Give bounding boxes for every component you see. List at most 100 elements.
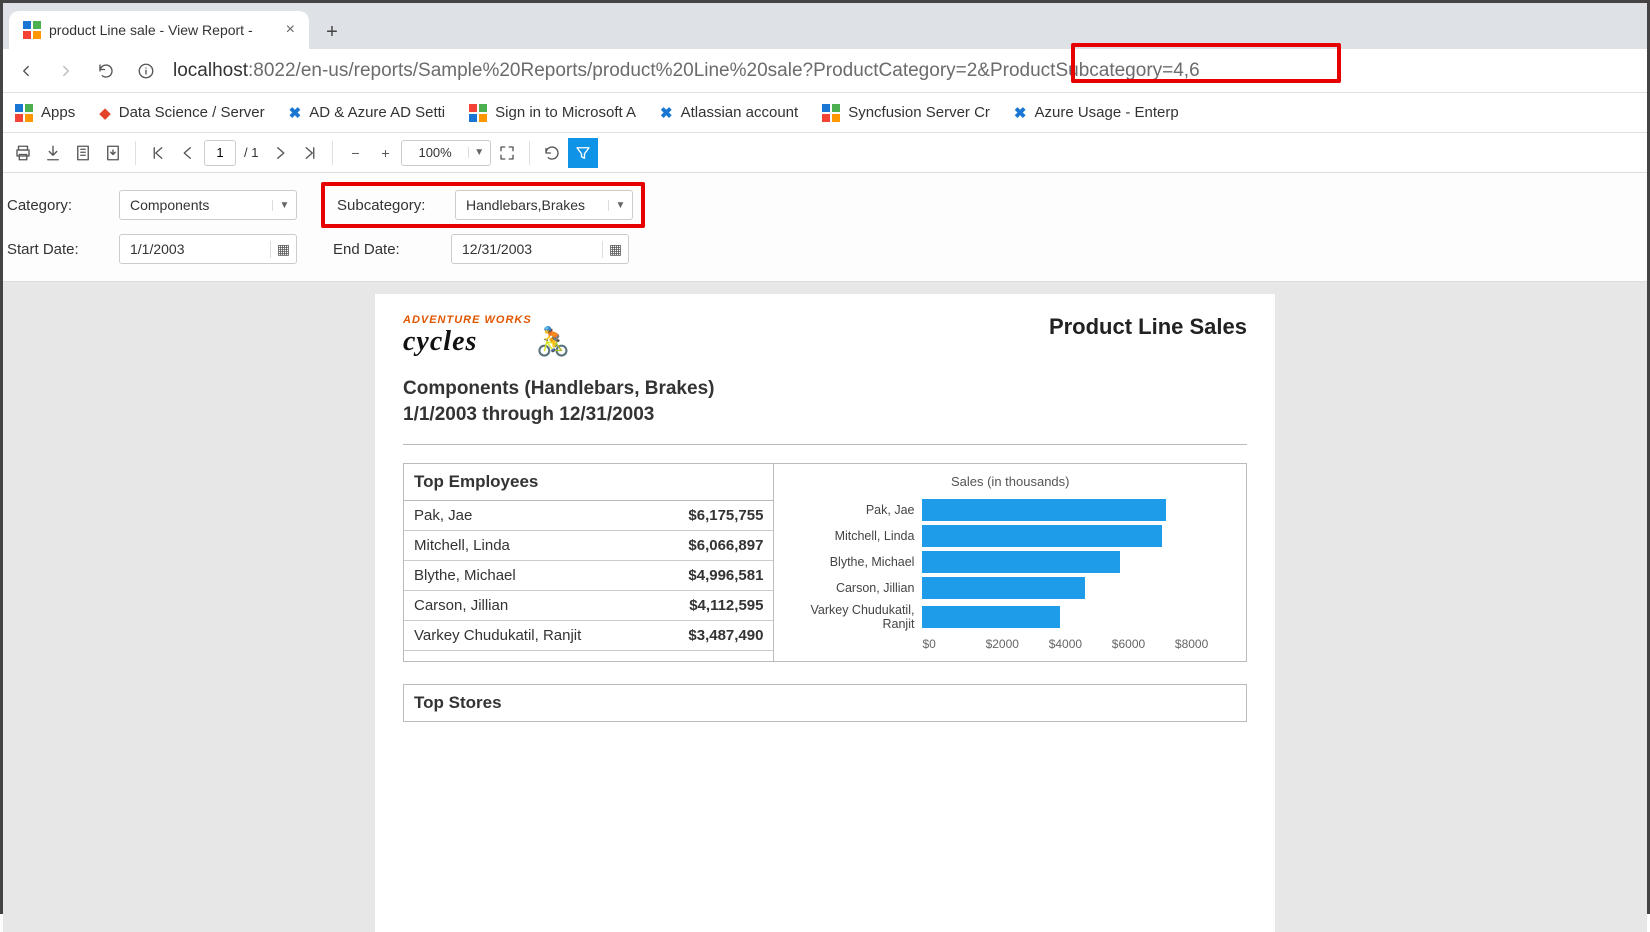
back-button[interactable] bbox=[13, 58, 39, 84]
axis-tick: $8000 bbox=[1175, 637, 1238, 651]
subcategory-label: Subcategory: bbox=[333, 197, 455, 214]
chevron-down-icon[interactable]: ▼ bbox=[272, 200, 296, 211]
subcategory-value: Handlebars,Brakes bbox=[456, 197, 608, 213]
section-divider bbox=[403, 444, 1247, 445]
start-date-value: 1/1/2003 bbox=[120, 241, 270, 257]
category-select[interactable]: Components ▼ bbox=[119, 190, 297, 220]
microsoft-icon bbox=[469, 104, 487, 122]
calendar-icon[interactable]: ▦ bbox=[270, 241, 296, 258]
start-date-input[interactable]: 1/1/2003 ▦ bbox=[119, 234, 297, 264]
toolbar-separator bbox=[332, 141, 333, 165]
gitlab-icon: ◆ bbox=[99, 104, 111, 122]
bar-fill bbox=[922, 525, 1161, 547]
logo-text-bottom: cycles bbox=[403, 326, 532, 358]
report-viewport[interactable]: ADVENTURE WORKS cycles 🚴 Product Line Sa… bbox=[3, 282, 1647, 932]
prev-page-icon[interactable] bbox=[174, 139, 202, 167]
reload-button[interactable] bbox=[93, 58, 119, 84]
bar-fill bbox=[922, 577, 1084, 599]
export-dropdown-icon[interactable] bbox=[99, 139, 127, 167]
logo-text-top: ADVENTURE WORKS bbox=[403, 314, 532, 326]
bookmark-microsoft[interactable]: Sign in to Microsoft A bbox=[469, 104, 636, 122]
bookmark-data-science[interactable]: ◆ Data Science / Server bbox=[99, 104, 264, 122]
print-icon[interactable] bbox=[9, 139, 37, 167]
axis-tick: $0 bbox=[922, 637, 985, 651]
url-field[interactable]: localhost:8022/en-us/reports/Sample%20Re… bbox=[173, 54, 1637, 88]
bookmark-ad-azure[interactable]: ✖ AD & Azure AD Setti bbox=[289, 104, 445, 122]
parameters-toggle-icon[interactable] bbox=[568, 138, 598, 168]
end-date-input[interactable]: 12/31/2003 ▦ bbox=[451, 234, 629, 264]
toolbar-separator bbox=[135, 141, 136, 165]
bar-label: Varkey Chudukatil, Ranjit bbox=[782, 603, 922, 631]
end-date-value: 12/31/2003 bbox=[452, 241, 602, 257]
bookmark-azure-usage[interactable]: ✖ Azure Usage - Enterp bbox=[1014, 104, 1179, 122]
page-setup-icon[interactable] bbox=[69, 139, 97, 167]
axis-tick: $2000 bbox=[986, 637, 1049, 651]
chart-bar-row: Carson, Jillian bbox=[782, 577, 1238, 599]
new-tab-button[interactable]: + bbox=[315, 15, 349, 49]
chart-bar-row: Pak, Jae bbox=[782, 499, 1238, 521]
cyclist-icon: 🚴 bbox=[536, 325, 571, 358]
bar-fill bbox=[922, 551, 1119, 573]
address-bar: localhost:8022/en-us/reports/Sample%20Re… bbox=[3, 49, 1647, 93]
axis-tick: $4000 bbox=[1049, 637, 1112, 651]
report-page: ADVENTURE WORKS cycles 🚴 Product Line Sa… bbox=[375, 294, 1275, 932]
bar-label: Mitchell, Linda bbox=[782, 529, 922, 543]
top-stores-heading: Top Stores bbox=[404, 685, 1246, 721]
table-row: Pak, Jae$6,175,755 bbox=[404, 501, 773, 531]
x-icon: ✖ bbox=[660, 104, 673, 122]
bar-fill bbox=[922, 499, 1166, 521]
report-subtitle: Components (Handlebars, Brakes) 1/1/2003… bbox=[403, 378, 1247, 426]
page-number-input[interactable] bbox=[204, 140, 236, 166]
employee-amount: $4,996,581 bbox=[649, 561, 773, 591]
x-icon: ✖ bbox=[289, 104, 302, 122]
top-employees-heading: Top Employees bbox=[404, 464, 773, 501]
apps-icon bbox=[15, 104, 33, 122]
zoom-in-icon[interactable]: + bbox=[371, 139, 399, 167]
employee-amount: $4,112,595 bbox=[649, 591, 773, 621]
company-logo: ADVENTURE WORKS cycles 🚴 bbox=[403, 314, 571, 358]
last-page-icon[interactable] bbox=[296, 139, 324, 167]
top-employees-section: Top Employees Pak, Jae$6,175,755Mitchell… bbox=[403, 463, 1247, 662]
zoom-out-icon[interactable]: − bbox=[341, 139, 369, 167]
bookmark-apps[interactable]: Apps bbox=[15, 104, 75, 122]
chevron-down-icon[interactable]: ▼ bbox=[608, 200, 632, 211]
zoom-value: 100% bbox=[402, 145, 467, 160]
chart-bar-row: Blythe, Michael bbox=[782, 551, 1238, 573]
chart-bar-row: Mitchell, Linda bbox=[782, 525, 1238, 547]
first-page-icon[interactable] bbox=[144, 139, 172, 167]
calendar-icon[interactable]: ▦ bbox=[602, 241, 628, 258]
browser-tab[interactable]: product Line sale - View Report - × bbox=[9, 11, 309, 49]
url-path: :8022/en-us/reports/Sample%20Reports/pro… bbox=[248, 60, 1200, 81]
subcategory-select[interactable]: Handlebars,Brakes ▼ bbox=[455, 190, 633, 220]
site-info-icon[interactable] bbox=[133, 58, 159, 84]
bar-fill bbox=[922, 606, 1060, 628]
employee-amount: $3,487,490 bbox=[649, 621, 773, 651]
table-row: Blythe, Michael$4,996,581 bbox=[404, 561, 773, 591]
report-title: Product Line Sales bbox=[1049, 314, 1247, 340]
employee-name: Pak, Jae bbox=[404, 501, 649, 531]
sales-chart: Sales (in thousands) Pak, Jae Mitchell, L… bbox=[774, 464, 1246, 661]
employee-name: Carson, Jillian bbox=[404, 591, 649, 621]
bookmarks-bar: Apps ◆ Data Science / Server ✖ AD & Azur… bbox=[3, 93, 1647, 133]
employee-amount: $6,175,755 bbox=[649, 501, 773, 531]
close-tab-icon[interactable]: × bbox=[286, 21, 295, 39]
bookmark-syncfusion[interactable]: Syncfusion Server Cr bbox=[822, 104, 990, 122]
employee-name: Varkey Chudukatil, Ranjit bbox=[404, 621, 649, 651]
axis-tick: $6000 bbox=[1112, 637, 1175, 651]
export-icon[interactable] bbox=[39, 139, 67, 167]
next-page-icon[interactable] bbox=[266, 139, 294, 167]
chart-title: Sales (in thousands) bbox=[782, 474, 1238, 489]
chart-x-axis: $0$2000$4000$6000$8000 bbox=[922, 637, 1238, 651]
start-date-label: Start Date: bbox=[3, 241, 119, 258]
chevron-down-icon[interactable]: ▼ bbox=[468, 147, 490, 158]
url-host: localhost bbox=[173, 60, 248, 81]
bookmark-atlassian[interactable]: ✖ Atlassian account bbox=[660, 104, 798, 122]
bar-label: Carson, Jillian bbox=[782, 581, 922, 595]
fit-page-icon[interactable] bbox=[493, 139, 521, 167]
favicon-icon bbox=[23, 21, 41, 39]
forward-button[interactable] bbox=[53, 58, 79, 84]
zoom-select[interactable]: 100% ▼ bbox=[401, 140, 490, 166]
table-row: Mitchell, Linda$6,066,897 bbox=[404, 531, 773, 561]
refresh-icon[interactable] bbox=[538, 139, 566, 167]
x-icon: ✖ bbox=[1014, 104, 1027, 122]
